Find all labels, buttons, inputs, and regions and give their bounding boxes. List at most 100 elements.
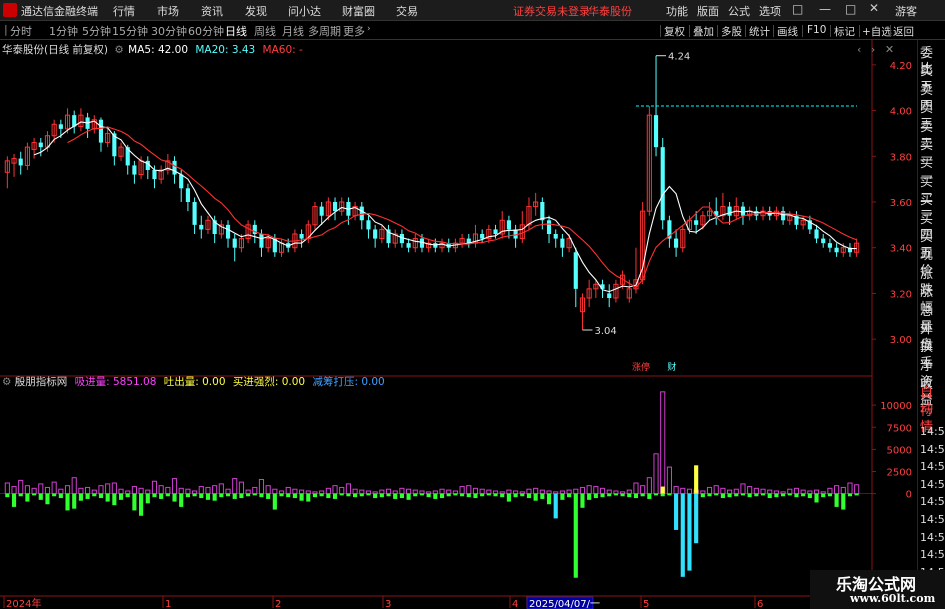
menu-discover[interactable]: 发现: [245, 3, 267, 19]
absorb-bar: [198, 486, 204, 495]
absorb-bar: [192, 490, 198, 495]
sidebar-item[interactable]: 14:56: [920, 512, 945, 528]
sidebar-item[interactable]: 14:56: [920, 459, 945, 475]
absorb-bar: [38, 483, 44, 495]
absorb-bar: [426, 491, 432, 495]
f10-button[interactable]: F10: [807, 24, 826, 36]
add-watchlist-button[interactable]: +自选: [862, 24, 892, 39]
maximize-icon[interactable]: □: [845, 2, 856, 16]
candlestick-series[interactable]: [4, 55, 860, 330]
indicator-bars[interactable]: [4, 391, 860, 578]
suppress-bar: [413, 493, 418, 497]
menu-layout[interactable]: 版面: [697, 3, 719, 19]
absorb-bar: [432, 490, 438, 495]
candle: [439, 238, 445, 253]
sidebar-item[interactable]: 14:56: [920, 530, 945, 546]
absorb-bar: [519, 491, 525, 495]
menu-news[interactable]: 资讯: [201, 3, 223, 19]
absorb-bar: [339, 486, 345, 495]
absorb-bar: [125, 490, 131, 495]
mark-button[interactable]: 标记: [834, 24, 855, 39]
period-15min[interactable]: 15分钟: [112, 23, 148, 39]
candle-body: [660, 147, 665, 221]
output-bar: [660, 486, 665, 494]
more-chevron-icon[interactable]: ›: [367, 24, 371, 34]
menu-trade[interactable]: 交易: [396, 3, 418, 19]
suppress-bar: [145, 493, 150, 504]
suppress-bar: [32, 493, 37, 496]
close-panel-icon[interactable]: ✕: [885, 43, 894, 56]
close-icon[interactable]: ✕: [869, 1, 879, 15]
absorb-bar: [312, 491, 318, 495]
login-notice[interactable]: 证券交易未登录: [513, 3, 590, 19]
draw-line-button[interactable]: 画线: [777, 24, 798, 39]
candle: [319, 202, 324, 225]
sidebar-item[interactable]: 14:56: [920, 494, 945, 510]
watermark-url: www.60lt.com: [850, 592, 936, 605]
menu-options[interactable]: 选项: [759, 3, 781, 19]
period-weekly[interactable]: 周线: [254, 23, 276, 39]
overlay-button[interactable]: 叠加: [693, 24, 714, 39]
suppress-bar: [653, 493, 659, 496]
period-5min[interactable]: 5分钟: [82, 23, 111, 39]
period-daily[interactable]: 日线: [225, 23, 247, 39]
adjust-button[interactable]: 复权: [664, 24, 685, 39]
skin-icon[interactable]: □: [792, 2, 803, 16]
absorb-bar: [218, 483, 224, 495]
suppress-bar: [132, 493, 137, 511]
multi-stock-button[interactable]: 多股: [721, 24, 742, 39]
chart-area[interactable]: 4.24 3.04 涨停 财 4.20 4.00 3.80 3.60 3.40 3.20 3.00…: [0, 40, 945, 609]
sidebar-item[interactable]: 14:56: [920, 424, 945, 440]
settings-gear-icon[interactable]: ⚙: [114, 44, 123, 56]
chevron-left-icon[interactable]: ‹: [857, 43, 861, 56]
sidebar-item[interactable]: 14:56: [920, 477, 945, 493]
menu-formula[interactable]: 公式: [728, 3, 750, 19]
stats-button[interactable]: 统计: [749, 24, 770, 39]
candle-body: [259, 234, 264, 248]
menu-ask[interactable]: 问小达: [288, 3, 321, 19]
suppress-bar: [366, 493, 371, 496]
absorb-bar: [4, 482, 10, 495]
menu-function[interactable]: 功能: [666, 3, 688, 19]
chart-scroll-controls[interactable]: ‹ › ✕: [857, 43, 894, 56]
guest-label[interactable]: 游客: [895, 3, 917, 19]
menu-board[interactable]: 市场: [157, 3, 179, 19]
period-60min[interactable]: 60分钟: [188, 23, 224, 39]
ma5-line: [33, 120, 857, 293]
suppress-bar: [98, 493, 104, 499]
time-tick-label: 5: [643, 599, 649, 609]
absorb-bar: [700, 490, 706, 495]
period-multi[interactable]: 多周期: [308, 23, 341, 39]
sidebar-item[interactable]: 14:56: [920, 442, 945, 458]
suppress-bar: [593, 493, 598, 499]
menu-wealth[interactable]: 财富圈: [342, 3, 375, 19]
absorb-bar: [171, 478, 178, 495]
quote-sidebar[interactable]: 委比 卖五 卖四 卖三 卖二 卖一 买一 买二 买三 买四 买五 现价 涨跌 涨幅 总量 外盘 换手 净资 收益 自动…: [917, 40, 945, 596]
absorb-bar: [499, 491, 505, 495]
absorb-bar: [11, 486, 17, 495]
period-30min[interactable]: 30分钟: [151, 23, 187, 39]
back-button[interactable]: 返回: [893, 24, 914, 39]
candle: [31, 138, 37, 159]
stock-title[interactable]: 华泰股份(日线 前复权): [2, 44, 108, 56]
indicator-name[interactable]: 殷朋指标网: [15, 376, 68, 388]
suppress-bar: [252, 493, 257, 496]
period-tick[interactable]: 分时: [10, 23, 32, 39]
candle: [459, 234, 465, 248]
toolbar-divider: [689, 25, 690, 37]
sidebar-item[interactable]: 14:56: [920, 547, 945, 563]
minimize-icon[interactable]: —: [819, 2, 831, 16]
period-monthly[interactable]: 月线: [282, 23, 304, 39]
suppress-bar: [480, 493, 485, 497]
candle: [747, 206, 753, 221]
suppress-bar: [801, 493, 806, 497]
candle: [185, 183, 190, 212]
suppress-bar: [406, 493, 411, 500]
candle-body: [540, 202, 545, 221]
menu-market[interactable]: 行情: [113, 3, 135, 19]
indicator-gear-icon[interactable]: ⚙: [2, 376, 11, 388]
period-more[interactable]: 更多: [343, 23, 365, 39]
price-tick-label: 3.80: [890, 152, 912, 163]
chevron-right-icon[interactable]: ›: [871, 43, 875, 56]
period-1min[interactable]: 1分钟: [49, 23, 78, 39]
